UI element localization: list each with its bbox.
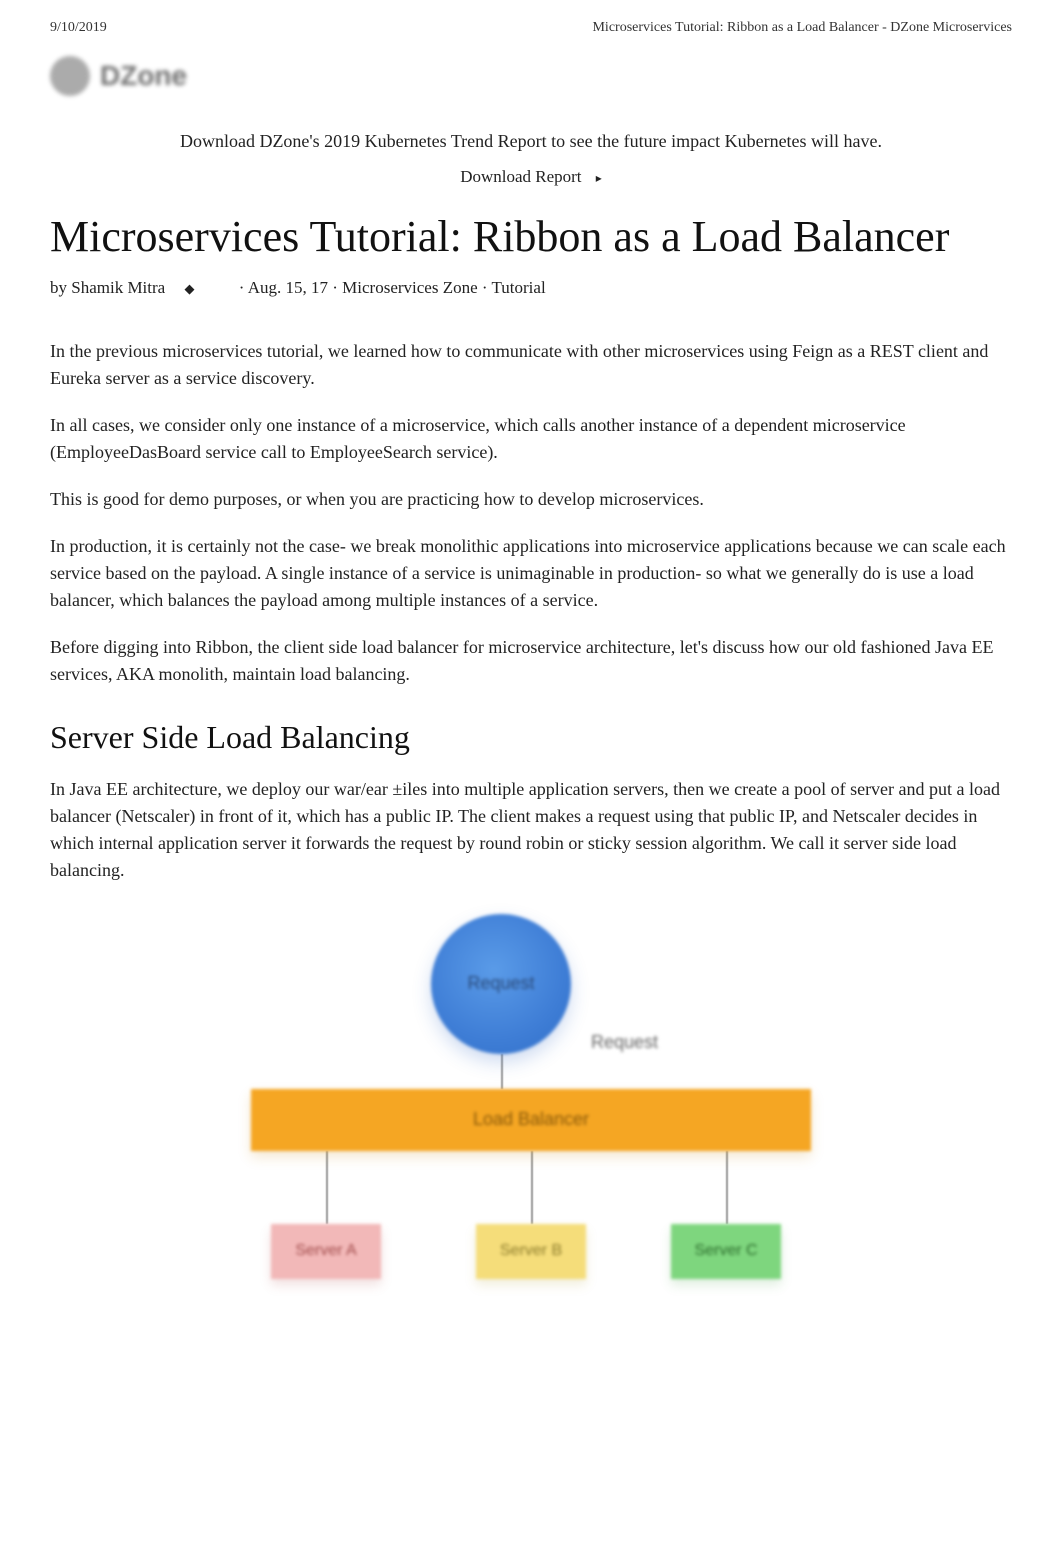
diagram-server-node: Server B — [476, 1224, 586, 1279]
promo-cta-label: Download Report — [460, 167, 581, 186]
paragraph: In the previous microservices tutorial, … — [50, 338, 1012, 392]
site-logo[interactable]: DZone — [50, 46, 1012, 121]
mvb-badge-icon: ◆ — [184, 281, 194, 296]
byline-sep: · — [478, 278, 492, 297]
paragraph: Before digging into Ribbon, the client s… — [50, 634, 1012, 688]
paragraph: This is good for demo purposes, or when … — [50, 486, 1012, 513]
diagram-request-node: Request — [431, 914, 571, 1054]
article-byline: by Shamik Mitra ◆ · Aug. 15, 17 · Micros… — [50, 278, 1012, 338]
connector-line — [326, 1151, 328, 1224]
byline-sep: · — [239, 278, 248, 297]
article-date: Aug. 15, 17 — [248, 278, 328, 297]
page-header-title: Microservices Tutorial: Ribbon as a Load… — [592, 20, 1012, 36]
byline-prefix: by — [50, 278, 71, 297]
article-body: In the previous microservices tutorial, … — [50, 338, 1012, 1324]
connector-line — [726, 1151, 728, 1224]
byline-sep: · — [328, 278, 342, 297]
zone-link[interactable]: Microservices Zone — [342, 278, 477, 297]
paragraph: In production, it is certainly not the c… — [50, 533, 1012, 614]
promo-text: Download DZone's 2019 Kubernetes Trend R… — [180, 131, 882, 151]
diagram-request-label: Request — [591, 1029, 658, 1056]
author-link[interactable]: Shamik Mitra — [71, 278, 165, 297]
diagram-server-node: Server A — [271, 1224, 381, 1279]
logo-text: DZone — [100, 60, 187, 92]
article-type: Tutorial — [492, 278, 546, 297]
connector-line — [531, 1151, 533, 1224]
logo-icon — [50, 56, 90, 96]
promo-cta[interactable]: Download Report ▸ — [50, 162, 1012, 207]
promo-banner: Download DZone's 2019 Kubernetes Trend R… — [50, 121, 1012, 162]
diagram-load-balancer-node: Load Balancer — [251, 1089, 811, 1151]
paragraph: In all cases, we consider only one insta… — [50, 412, 1012, 466]
section-heading: Server Side Load Balancing — [50, 713, 1012, 761]
connector-line — [501, 1054, 503, 1089]
load-balancer-diagram: Request Request Load Balancer Server A S… — [151, 904, 911, 1324]
print-date: 9/10/2019 — [50, 20, 107, 36]
article-title: Microservices Tutorial: Ribbon as a Load… — [50, 207, 1012, 278]
paragraph: In Java EE architecture, we deploy our w… — [50, 776, 1012, 884]
chevron-right-icon: ▸ — [596, 171, 602, 185]
diagram-server-node: Server C — [671, 1224, 781, 1279]
